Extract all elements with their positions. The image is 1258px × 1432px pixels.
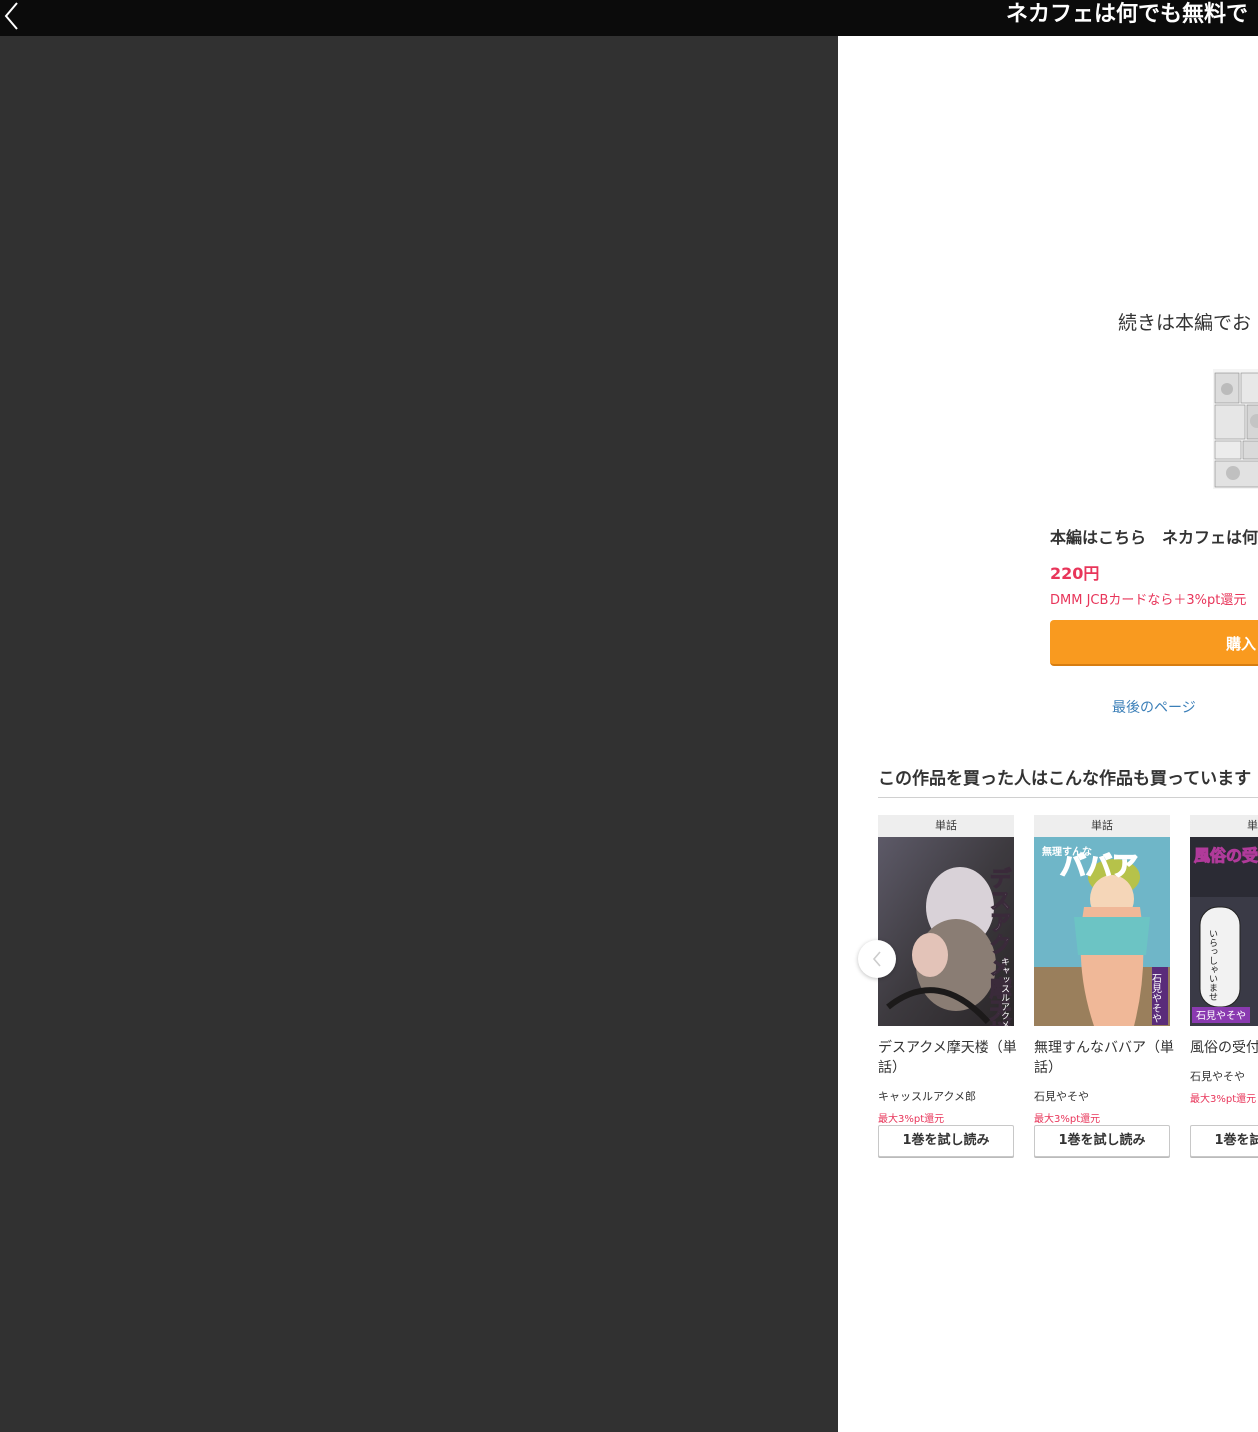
buy-button[interactable]: 購入	[1050, 620, 1258, 666]
card-title[interactable]: 風俗の受付	[1190, 1038, 1258, 1058]
book-cover[interactable]: いらっしゃいませ 風俗の受付嬢 石見やそや	[1190, 837, 1258, 1026]
card-rebate: 最大3%pt還元	[1190, 1094, 1257, 1105]
card-author[interactable]: 石見やそや	[1190, 1068, 1258, 1084]
recommendation-card[interactable]: 単話 ババア 無理すんな 石見やそや 無理すんなババア（単話） 石見やそや 最大…	[1034, 815, 1174, 1157]
format-badge: 単話	[1190, 815, 1258, 837]
chevron-left-icon	[4, 2, 18, 30]
cover-author-text: キャッスルアクメ郎	[999, 957, 1010, 1026]
trial-read-button[interactable]: 1巻を試し読み	[878, 1125, 1014, 1157]
card-title[interactable]: デスアクメ摩天楼（単話）	[878, 1038, 1018, 1078]
buy-button-label: 購入	[1226, 635, 1257, 653]
format-badge: 単話	[1034, 815, 1170, 837]
trial-read-button[interactable]: 1巻を試し読み	[1034, 1125, 1170, 1157]
recommendation-card[interactable]: 単話 いらっしゃいませ 風俗の受付嬢 石見やそや 風俗の受付 石見やそや 最大3…	[1190, 815, 1258, 1157]
card-author[interactable]: キャッスルアクメ郎	[878, 1088, 1014, 1104]
page-title: ネカフェは何でも無料で	[1006, 2, 1249, 27]
continue-message: 続きは本編でお	[1118, 312, 1252, 334]
cover-author-text: 石見やそや	[1196, 1010, 1246, 1022]
cover-speech-text: いらっしゃいませ	[1207, 929, 1218, 1001]
cashback-note: DMM JCBカードなら＋3%pt還元	[1050, 593, 1247, 608]
book-cover[interactable]: ババア 無理すんな 石見やそや	[1034, 837, 1170, 1026]
back-button[interactable]	[0, 0, 24, 32]
card-author[interactable]: 石見やそや	[1034, 1088, 1170, 1104]
cover-author-text: 石見やそや	[1150, 973, 1162, 1023]
recommendation-card[interactable]: 単話 デスアクメ摩天楼 キャッスルアクメ郎 デスアクメ摩天楼（単話） キャッスル…	[878, 815, 1017, 1157]
cover-subtitle-text: 無理すんな	[1042, 845, 1092, 858]
trial-read-button[interactable]: 1巻を試し読み	[1190, 1125, 1258, 1157]
main-volume-label[interactable]: 本編はこちら ネカフェは何で	[1050, 524, 1258, 548]
card-rebate: 最大3%pt還元	[878, 1114, 945, 1125]
card-title[interactable]: 無理すんなババア（単話）	[1034, 1038, 1174, 1078]
price: 220円	[1050, 564, 1100, 583]
divider	[878, 797, 1258, 798]
reader-viewport[interactable]	[0, 36, 838, 1432]
format-badge: 単話	[878, 815, 1014, 837]
carousel-prev-button[interactable]	[858, 940, 896, 978]
chevron-left-icon	[872, 951, 881, 967]
reader-header: ネカフェは何でも無料で	[0, 0, 1258, 36]
book-cover[interactable]: デスアクメ摩天楼 キャッスルアクメ郎	[878, 837, 1014, 1026]
recommendations-title: この作品を買った人はこんな作品も買っています	[878, 769, 1252, 789]
main-volume-thumbnail[interactable]	[1213, 369, 1258, 489]
card-rebate: 最大3%pt還元	[1034, 1114, 1101, 1125]
cover-title-text: 風俗の受付嬢	[1194, 846, 1258, 865]
last-page-link[interactable]: 最後のページ	[1112, 697, 1196, 717]
end-page-panel: 続きは本編でお 本編はこちら ネカフェは何で 220円 DMM JCBカードなら…	[838, 36, 1258, 1432]
